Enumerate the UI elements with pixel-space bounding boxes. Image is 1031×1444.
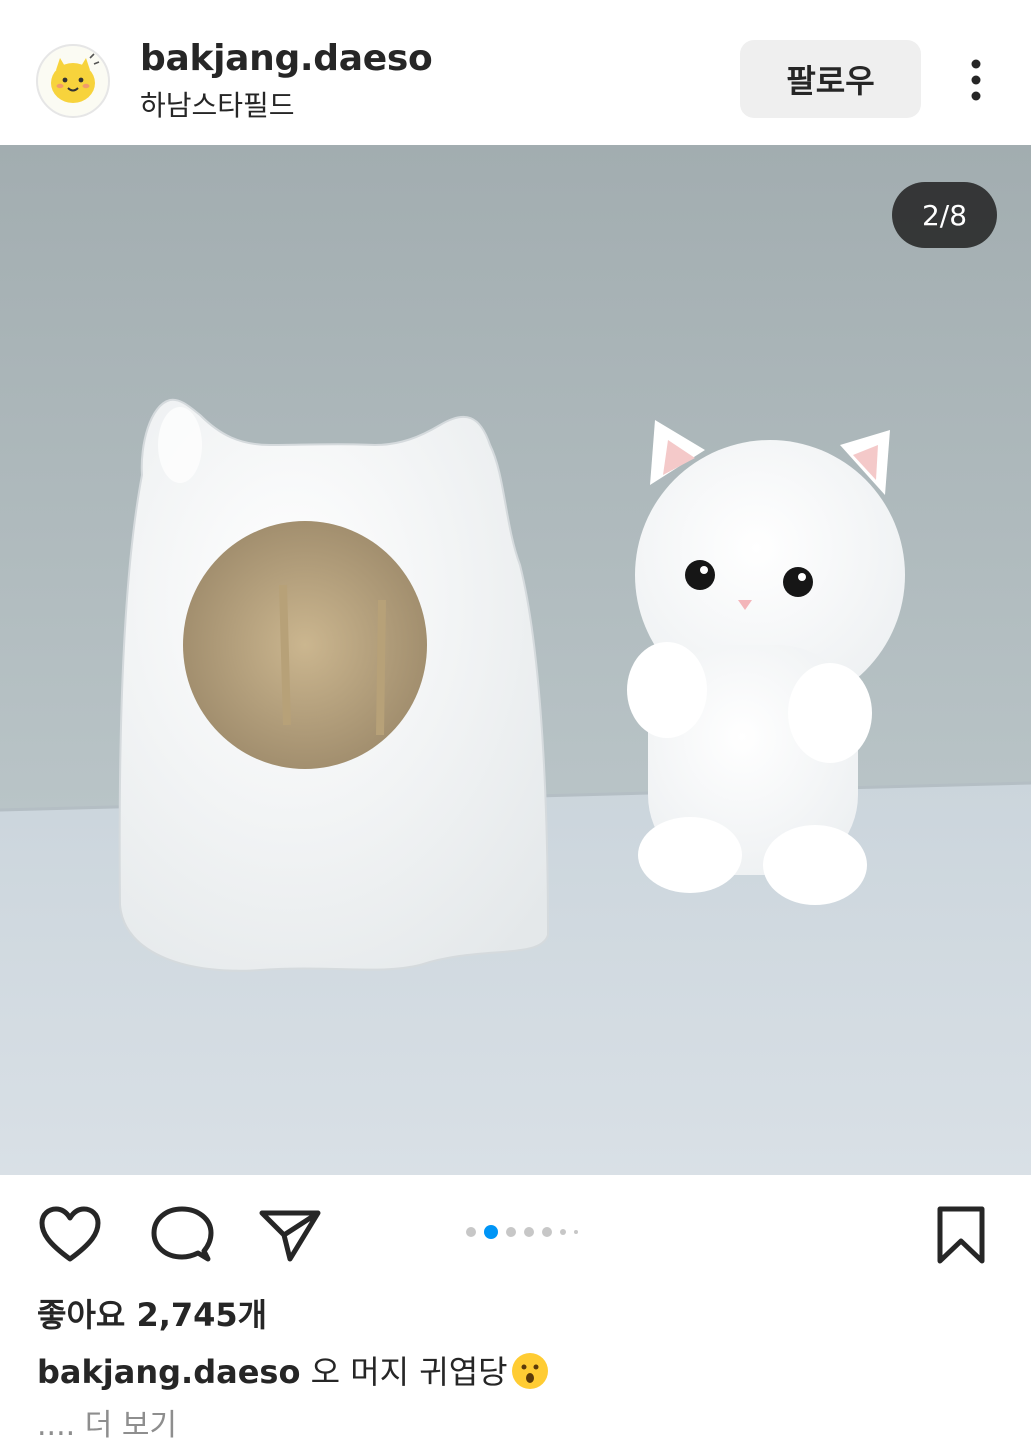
likes-count[interactable]: 좋아요 2,745개: [37, 1290, 267, 1336]
bookmark-icon[interactable]: [932, 1205, 996, 1265]
carousel-counter: 2/8: [892, 182, 997, 248]
carousel-dot: [560, 1229, 566, 1235]
caption-text: 오 머지 귀엽당: [300, 1353, 508, 1391]
carousel-dot: [466, 1227, 476, 1237]
carousel-dot: [542, 1227, 552, 1237]
location-link[interactable]: 하남스타필드: [140, 84, 295, 124]
post-photo: [0, 145, 1031, 1175]
post-image[interactable]: [0, 145, 1031, 1175]
send-icon[interactable]: [258, 1205, 322, 1265]
hushed-face-emoji-icon: [510, 1351, 550, 1391]
carousel-indicator: [466, 1225, 578, 1239]
post-caption: bakjang.daeso 오 머지 귀엽당: [37, 1347, 997, 1393]
carousel-dot: [524, 1227, 534, 1237]
caption-username[interactable]: bakjang.daeso: [37, 1353, 300, 1391]
comment-icon[interactable]: [150, 1205, 214, 1265]
more-vertical-icon[interactable]: [956, 56, 996, 104]
more-caption[interactable]: .... 더 보기: [37, 1400, 177, 1444]
heart-icon[interactable]: [38, 1205, 102, 1265]
post-header: bakjang.daeso 하남스타필드 팔로우: [0, 0, 1031, 145]
profile-avatar[interactable]: [36, 44, 110, 118]
carousel-dot: [574, 1230, 578, 1234]
carousel-dot-active: [484, 1225, 498, 1239]
avatar-character-icon: [38, 46, 108, 116]
follow-button[interactable]: 팔로우: [740, 40, 921, 118]
more-prefix: ....: [37, 1408, 76, 1443]
more-link[interactable]: 더 보기: [75, 1408, 177, 1443]
carousel-dot: [506, 1227, 516, 1237]
username[interactable]: bakjang.daeso: [140, 38, 433, 79]
